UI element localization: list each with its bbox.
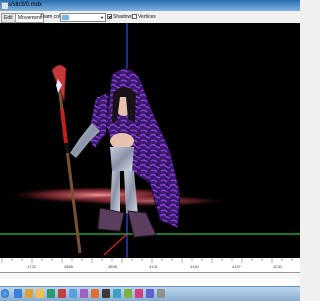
animation-timeline[interactable]: 1732 3865 3898 4131 4164 4197 4230 — [0, 258, 300, 286]
particle-glow — [70, 195, 230, 207]
start-orb-icon[interactable] — [1, 289, 9, 298]
left-boot — [97, 207, 125, 232]
timeline-tick-label: 1732 — [27, 264, 36, 269]
staff — [56, 77, 82, 254]
chest — [110, 133, 134, 149]
x-axis — [103, 233, 128, 256]
team-color-swatch — [62, 15, 69, 20]
folder-icon[interactable] — [36, 289, 44, 298]
timeline-tick-label: 4131 — [149, 264, 158, 269]
right-boot — [127, 210, 157, 238]
app-icon[interactable] — [135, 289, 143, 298]
left-leg — [110, 171, 120, 213]
browser-icon[interactable] — [14, 289, 22, 298]
app-icon[interactable] — [102, 289, 110, 298]
model-viewport[interactable] — [0, 23, 300, 258]
window-titlebar[interactable]: s/sitr3/0.mdx — [0, 0, 300, 11]
vertices-label: Vertices — [138, 14, 156, 20]
shadows-checkbox[interactable] — [107, 14, 112, 19]
app-icon[interactable] — [124, 289, 132, 298]
app-icon[interactable] — [91, 289, 99, 298]
media-icon[interactable] — [25, 289, 33, 298]
timeline-tick-label: 4164 — [190, 264, 199, 269]
model-render — [0, 23, 300, 258]
app-icon[interactable] — [157, 289, 165, 298]
torso-armor — [110, 147, 134, 171]
tab-edit[interactable]: Edit — [1, 13, 16, 23]
right-leg — [124, 171, 138, 215]
timeline-track[interactable] — [0, 273, 300, 279]
chevron-down-icon: ▼ — [100, 15, 104, 20]
timeline-tick-label: 4230 — [273, 264, 282, 269]
timeline-ruler[interactable]: 1732 3865 3898 4131 4164 4197 4230 — [0, 258, 300, 273]
staff-wrap — [60, 108, 68, 144]
timeline-tick-label: 4197 — [232, 264, 241, 269]
shadows-label: Shadows — [113, 14, 134, 20]
app-icon[interactable] — [80, 289, 88, 298]
model-viewer-icon[interactable] — [69, 289, 77, 298]
app-icon[interactable] — [113, 289, 121, 298]
app-icon[interactable] — [146, 289, 154, 298]
vertices-checkbox[interactable] — [132, 14, 137, 19]
timeline-tick-label: 3898 — [108, 264, 117, 269]
app-icon[interactable] — [58, 289, 66, 298]
app-icon[interactable] — [47, 289, 55, 298]
team-color-select[interactable]: ▼ — [60, 13, 106, 22]
timeline-tick-label: 3865 — [64, 264, 73, 269]
window-title: s/sitr3/0.mdx — [8, 2, 43, 8]
taskbar — [0, 286, 300, 301]
staff-wrap — [64, 142, 70, 154]
